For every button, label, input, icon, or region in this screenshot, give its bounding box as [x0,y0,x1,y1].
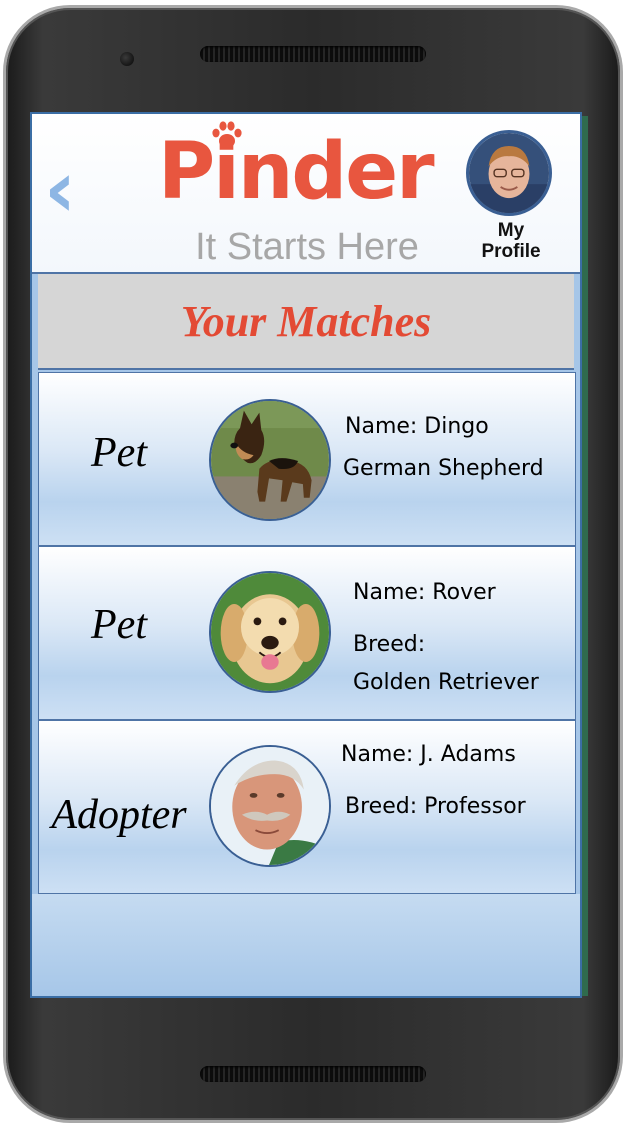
app-header: ‹ Pinder It Starts Here My Profile [32,114,580,274]
empty-list-area [32,894,580,996]
screen-edge [582,116,588,996]
page-title: Your Matches [180,297,432,346]
match-type: Adopter [51,792,187,838]
top-speaker [200,46,426,62]
match-row[interactable]: Pet Name: Dingo German Shepherd [38,372,576,546]
match-info: Name: Dingo German Shepherd [339,413,575,483]
match-name: Name: Rover [353,580,496,605]
chevron-left-icon[interactable]: ‹ [44,151,84,229]
app-screen: ‹ Pinder It Starts Here My Profile Your … [30,112,582,998]
profile-label-line1: My [497,220,525,241]
app-tagline: It Starts Here [195,226,419,268]
match-name: Name: J. Adams [341,742,516,767]
bottom-speaker [200,1066,426,1082]
my-profile-label[interactable]: My Profile [462,220,560,262]
match-info: Name: Rover Breed: Golden Retriever [339,579,575,697]
matches-header: Your Matches [38,274,574,370]
match-breed-label: Breed: [353,632,426,657]
profile-photo [469,133,549,213]
match-photo-golden-retriever [209,571,331,693]
match-name: Name: Dingo [345,414,489,439]
match-occupation: Breed: Professor [345,794,526,819]
match-type: Pet [91,602,147,648]
front-camera [120,52,134,66]
match-info: Name: J. Adams Breed: Professor [339,741,575,821]
match-row[interactable]: Adopter Name: J. Adams Breed: Professor [38,720,576,894]
match-breed: Golden Retriever [353,670,539,695]
app-logo: Pinder [158,127,435,217]
match-photo-german-shepherd [209,399,331,521]
match-photo-adopter [209,745,331,867]
match-row[interactable]: Pet Name: Rover Breed: Golden Retriever [38,546,576,720]
my-profile-avatar[interactable] [466,130,552,216]
match-type: Pet [91,430,147,476]
match-breed: German Shepherd [343,456,544,481]
profile-label-line2: Profile [481,241,541,262]
